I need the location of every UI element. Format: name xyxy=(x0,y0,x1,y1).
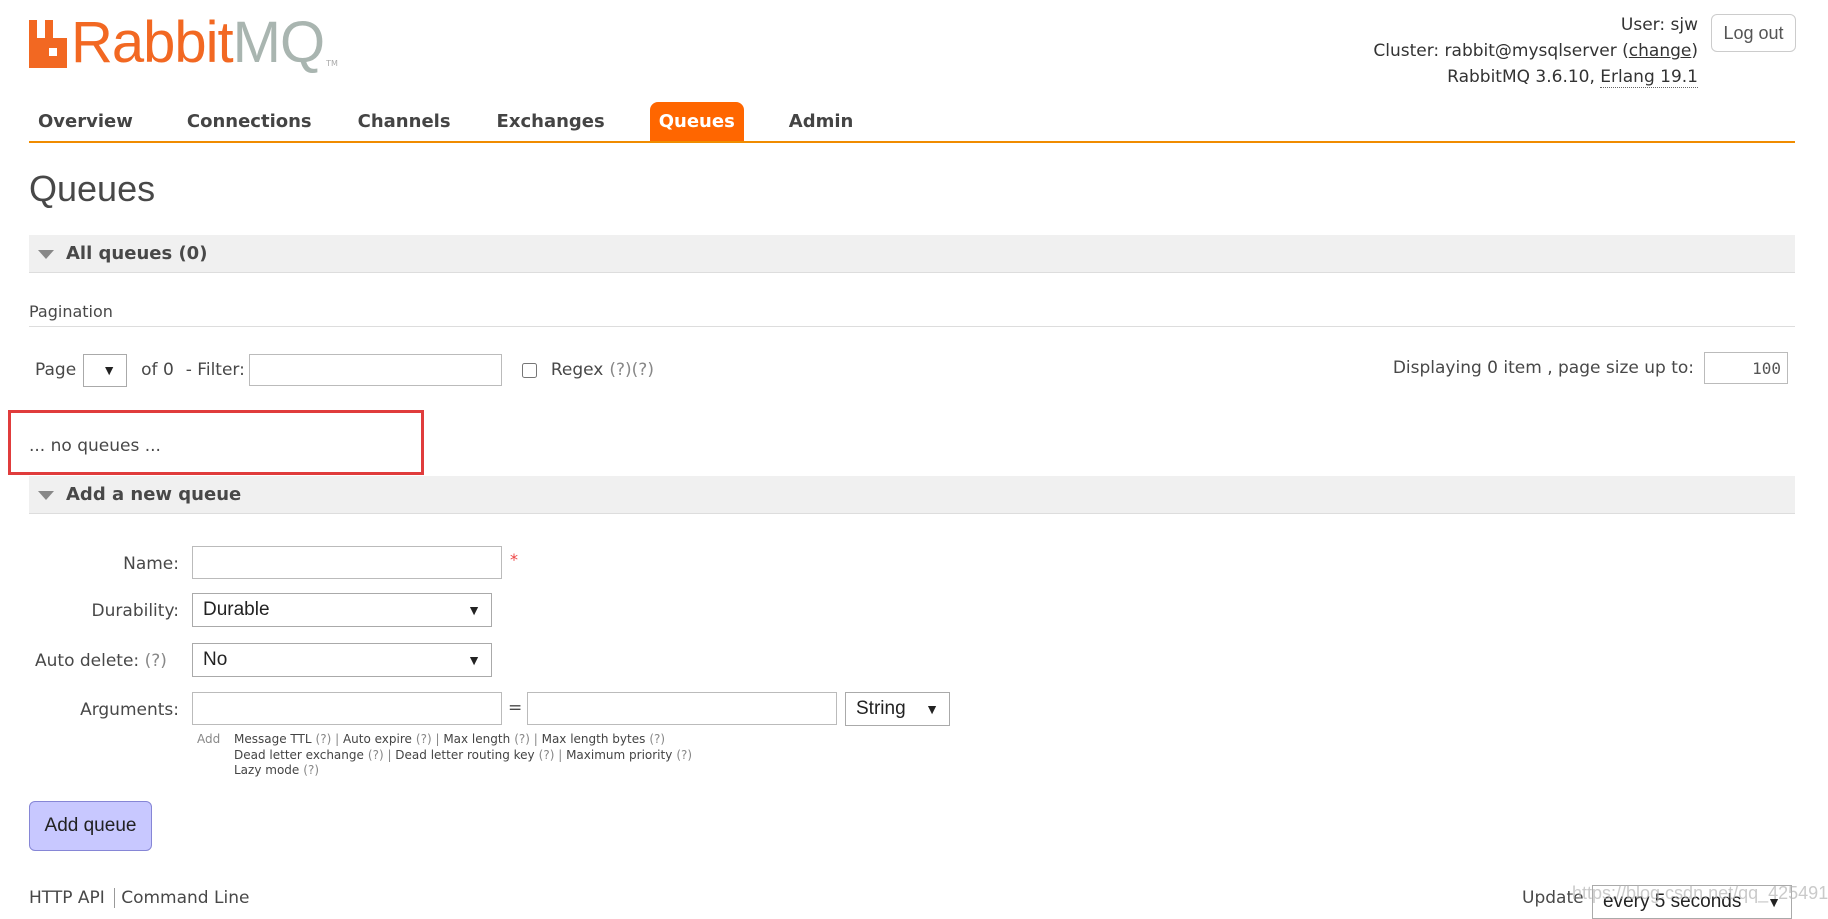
cluster-name: rabbit@mysqlserver xyxy=(1444,41,1617,61)
help-link[interactable]: (?) xyxy=(514,732,530,746)
argument-shortcut-link[interactable]: Dead letter exchange xyxy=(234,748,364,762)
watermark: https://blog.csdn.net/qq_42549122 xyxy=(1572,883,1828,903)
durability-select[interactable]: Durable ▼ xyxy=(192,593,492,627)
help-link[interactable]: (?) xyxy=(368,748,384,762)
http-api-link[interactable]: HTTP API xyxy=(29,888,105,908)
dropdown-arrow-icon: ▼ xyxy=(102,362,117,378)
rabbit-logo-icon xyxy=(29,20,67,68)
argument-shortcut-link[interactable]: Maximum priority xyxy=(566,748,672,762)
auto-delete-help[interactable]: (?) xyxy=(145,651,167,671)
dropdown-arrow-icon: ▼ xyxy=(925,701,939,717)
dropdown-arrow-icon: ▼ xyxy=(467,602,481,618)
regex-help-2[interactable]: (?) xyxy=(632,360,654,380)
help-link[interactable]: (?) xyxy=(303,763,319,777)
argument-shortcut-link[interactable]: Max length xyxy=(443,732,510,746)
filter-input[interactable] xyxy=(248,354,502,386)
main-nav: Overview Connections Channels Exchanges … xyxy=(29,102,1795,143)
collapse-triangle-icon xyxy=(38,491,54,500)
argument-shortcut-link[interactable]: Message TTL xyxy=(234,732,312,746)
help-link[interactable]: (?) xyxy=(649,732,665,746)
page-title: Queues xyxy=(29,168,156,209)
argument-key-input[interactable] xyxy=(192,692,502,725)
no-queues-message: ... no queues ... xyxy=(29,436,161,456)
add-queue-section-header[interactable]: Add a new queue xyxy=(29,476,1795,514)
page-size-row: Displaying 0 item , page size up to: xyxy=(1393,351,1788,385)
argument-shortcut-line: Message TTL (?) | Auto expire (?) | Max le… xyxy=(234,732,666,746)
tab-admin[interactable]: Admin xyxy=(780,102,863,141)
add-queue-button[interactable]: Add queue xyxy=(29,801,152,851)
pagination-row: Page ▼ of 0 - Filter: Regex (?) (?) xyxy=(35,353,654,387)
username: sjw xyxy=(1670,15,1698,35)
regex-help[interactable]: (?) xyxy=(609,360,631,380)
queue-name-input[interactable] xyxy=(192,546,502,579)
tab-connections[interactable]: Connections xyxy=(178,102,321,141)
required-marker: * xyxy=(510,550,518,569)
help-link[interactable]: (?) xyxy=(416,732,432,746)
argument-shortcut-link[interactable]: Dead letter routing key xyxy=(395,748,534,762)
command-line-link[interactable]: Command Line xyxy=(114,888,250,908)
argument-type-select[interactable]: String ▼ xyxy=(845,692,950,726)
help-link[interactable]: (?) xyxy=(316,732,332,746)
help-link[interactable]: (?) xyxy=(539,748,555,762)
tab-overview[interactable]: Overview xyxy=(29,102,142,141)
header-info: User: sjw Cluster: rabbit@mysqlserver (c… xyxy=(1373,15,1698,88)
argument-shortcut-link[interactable]: Max length bytes xyxy=(542,732,646,746)
pagination-heading: Pagination xyxy=(29,302,1795,327)
regex-checkbox[interactable] xyxy=(521,362,537,378)
erlang-version: Erlang 19.1 xyxy=(1600,67,1698,88)
argument-shortcut-line: Lazy mode (?) xyxy=(234,763,692,779)
argument-shortcut-link[interactable]: Auto expire xyxy=(343,732,412,746)
logout-button[interactable]: Log out xyxy=(1711,14,1796,52)
footer-links: HTTP API Command Line xyxy=(29,888,250,908)
argument-shortcut-line: Dead letter exchange (?) | Dead letter ro… xyxy=(234,747,693,762)
all-queues-section-header[interactable]: All queues (0) xyxy=(29,235,1795,273)
change-cluster-link[interactable]: change xyxy=(1629,41,1692,61)
page-select[interactable]: ▼ xyxy=(83,353,128,387)
auto-delete-select[interactable]: No ▼ xyxy=(192,643,492,677)
tab-exchanges[interactable]: Exchanges xyxy=(488,102,614,141)
collapse-triangle-icon xyxy=(38,250,54,259)
argument-shortcut-link[interactable]: Lazy mode xyxy=(234,763,299,777)
tab-queues[interactable]: Queues xyxy=(649,102,744,141)
dropdown-arrow-icon: ▼ xyxy=(467,652,481,668)
help-link[interactable]: (?) xyxy=(676,748,692,762)
tab-channels[interactable]: Channels xyxy=(349,102,460,141)
page-size-input[interactable] xyxy=(1704,352,1788,384)
rabbitmq-logo: Rabbit MQ TM xyxy=(29,14,338,72)
argument-value-input[interactable] xyxy=(527,692,837,725)
